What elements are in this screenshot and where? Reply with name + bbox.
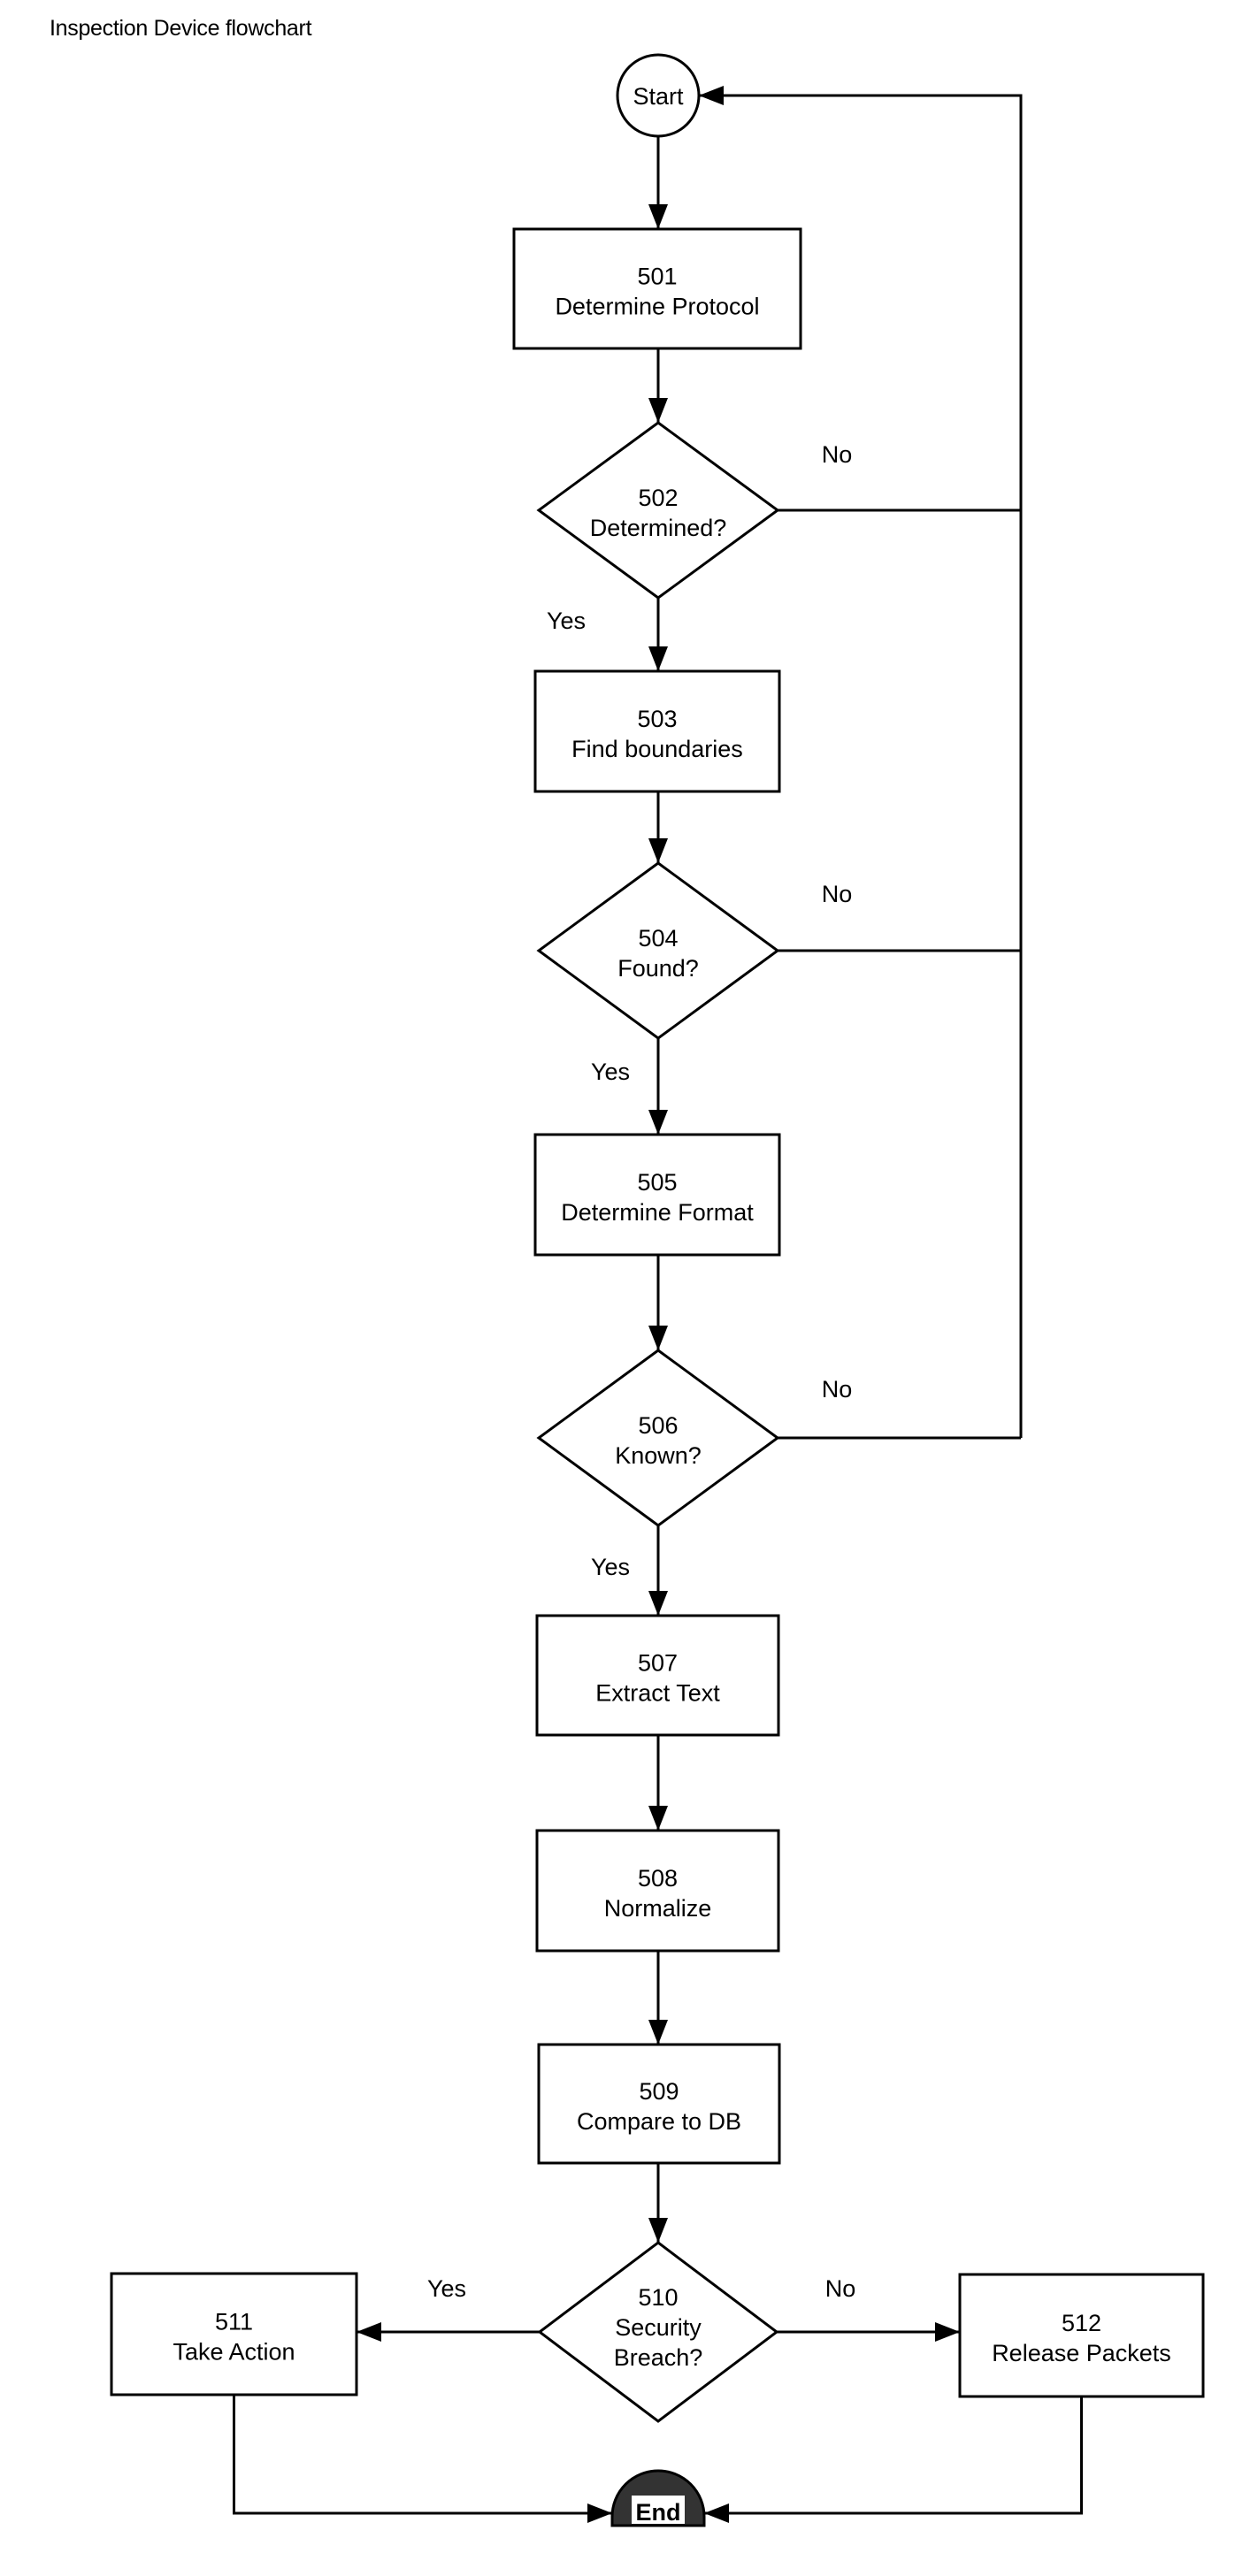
- edge-label-yes: Yes: [427, 2275, 466, 2302]
- step-number: 510: [638, 2284, 678, 2311]
- end-label: End: [636, 2499, 681, 2526]
- step-number: 508: [638, 1865, 678, 1892]
- arrowhead-icon: [935, 2322, 960, 2342]
- arrowhead-icon: [704, 2503, 729, 2523]
- step-label: Compare to DB: [577, 2108, 741, 2135]
- step-number: 502: [638, 485, 678, 511]
- node-508: 508 Normalize: [535, 1829, 780, 1953]
- arrowhead-icon: [648, 2218, 668, 2243]
- edge-label-no: No: [822, 441, 853, 468]
- step-label: Determine Protocol: [555, 294, 759, 320]
- arrowhead-icon: [648, 646, 668, 671]
- node-501: 501 Determine Protocol: [512, 227, 802, 350]
- node-506: 506 Known?: [536, 1349, 780, 1527]
- arrowhead-icon: [648, 1591, 668, 1616]
- node-509: 509 Compare to DB: [537, 2043, 781, 2165]
- arrowhead-icon: [699, 86, 724, 105]
- step-number: 511: [215, 2309, 253, 2335]
- step-label: Determine Format: [561, 1199, 754, 1226]
- flowchart: 501 Determine Protocol 502 Determined? 503 Fi…: [110, 53, 1205, 2527]
- step-number: 507: [638, 1650, 678, 1677]
- node-507: 507 Extract Text: [535, 1614, 780, 1737]
- step-label: Find boundaries: [571, 736, 743, 762]
- step-number: 512: [1062, 2310, 1101, 2336]
- step-label: Found?: [617, 955, 699, 982]
- step-label: Release Packets: [992, 2340, 1171, 2366]
- step-number: 504: [638, 925, 678, 952]
- edge-label-yes: Yes: [547, 608, 586, 634]
- node-504: 504 Found?: [536, 861, 780, 1040]
- step-number: 506: [638, 1412, 678, 1439]
- step-number: 509: [639, 2078, 679, 2105]
- step-label: Take Action: [173, 2339, 295, 2366]
- step-label: Extract Text: [595, 1680, 720, 1707]
- step-number: 505: [637, 1169, 677, 1196]
- node-511: 511 Take Action: [110, 2272, 358, 2396]
- edge-512-to-end: [704, 2396, 1083, 2515]
- edge-label-no: No: [822, 881, 853, 907]
- step-number: 503: [637, 706, 677, 732]
- node-510: 510 Security Breach?: [537, 2241, 779, 2423]
- arrowhead-icon: [648, 1326, 668, 1350]
- arrowhead-icon: [648, 1806, 668, 1831]
- step-label: Security: [615, 2314, 702, 2341]
- edge-511-to-end: [233, 2395, 612, 2515]
- arrowhead-icon: [357, 2322, 381, 2342]
- arrowhead-icon: [648, 398, 668, 423]
- node-end: End: [610, 2469, 706, 2527]
- edge-label-no: No: [825, 2275, 856, 2302]
- node-503: 503 Find boundaries: [533, 669, 781, 793]
- node-512: 512 Release Packets: [958, 2273, 1205, 2398]
- arrowhead-icon: [648, 1110, 668, 1135]
- arrowhead-icon: [648, 2020, 668, 2045]
- step-label: Determined?: [590, 515, 727, 541]
- step-number: 501: [637, 264, 677, 290]
- step-label: Known?: [615, 1442, 702, 1469]
- step-label: Breach?: [614, 2344, 703, 2371]
- edge-label-no: No: [822, 1376, 853, 1403]
- edge-label-yes: Yes: [591, 1554, 630, 1580]
- arrowhead-icon: [648, 838, 668, 863]
- node-start: Start: [616, 53, 701, 138]
- edge-label-yes: Yes: [591, 1059, 630, 1085]
- arrowhead-icon: [587, 2503, 612, 2523]
- arrowhead-icon: [648, 204, 668, 229]
- node-502: 502 Determined?: [536, 421, 780, 600]
- start-label: Start: [633, 83, 684, 110]
- step-label: Normalize: [604, 1895, 712, 1922]
- node-505: 505 Determine Format: [533, 1133, 781, 1257]
